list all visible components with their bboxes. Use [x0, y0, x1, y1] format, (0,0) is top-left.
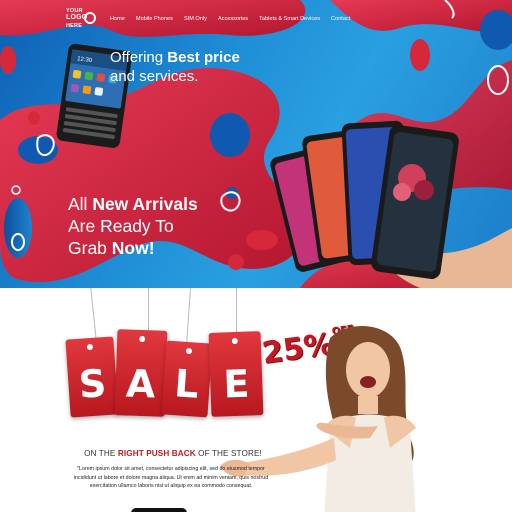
tag-string	[148, 288, 149, 332]
arrivals-line3a: Grab	[68, 238, 112, 258]
offer-line2: and services.	[110, 68, 199, 85]
sale-tagline: ON THE RIGHT PUSH BACK OF THE STORE!	[68, 449, 278, 458]
sale-section: S A L E 25%OFF ON THE RIGHT PUSH BACK	[0, 288, 512, 512]
arrivals-headline: All New Arrivals Are Ready To Grab Now!	[68, 193, 198, 259]
arrivals-line1a: All	[68, 194, 93, 214]
main-menu: Home Mobile Phones SIM Only Accessories …	[110, 16, 361, 22]
sale-tag-l: L	[161, 340, 213, 418]
nav-item-accessories[interactable]: Accessories	[218, 16, 248, 22]
sale-cta-button[interactable]	[131, 508, 187, 512]
arrivals-line3b: Now!	[111, 238, 155, 258]
offer-prefix: Offering	[110, 49, 168, 66]
nav-item-home[interactable]: Home	[110, 16, 125, 22]
tagline-part-c: OF THE STORE!	[195, 449, 262, 458]
logo-ring-icon	[84, 12, 96, 24]
nav-item-sim-only[interactable]: SIM Only	[184, 16, 207, 22]
tag-string	[90, 288, 97, 340]
sale-tag-a: A	[114, 329, 168, 417]
sale-description: "Lorem ipsum dolor sit amet, consectetur…	[73, 466, 269, 489]
site-logo[interactable]: YOUR LOGO HERE	[66, 8, 102, 32]
sale-tag-s: S	[65, 336, 119, 418]
offer-bold: Best price	[167, 49, 240, 66]
tag-string	[185, 288, 192, 346]
offer-headline: Offering Best price and services.	[110, 48, 240, 86]
top-nav: YOUR LOGO HERE Home Mobile Phones SIM On…	[0, 0, 512, 38]
tagline-part-a: ON THE	[84, 449, 118, 458]
nav-item-mobile-phones[interactable]: Mobile Phones	[136, 16, 173, 22]
arrivals-line1b: New Arrivals	[92, 194, 198, 214]
nav-item-tablets[interactable]: Tablets & Smart Devices	[259, 16, 320, 22]
tagline-part-b: RIGHT PUSH BACK	[117, 449, 196, 458]
nav-item-contact[interactable]: Contact	[331, 16, 350, 22]
hero-banner: 12:30 YOUR LOGO HERE Home Mobile Phones	[0, 0, 512, 288]
logo-text-line3: HERE	[66, 23, 83, 29]
arrivals-line2: Are Ready To	[68, 216, 174, 236]
